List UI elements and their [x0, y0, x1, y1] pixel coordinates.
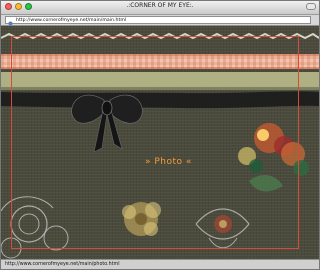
- title-bar: .:CORNER OF MY EYE:.: [1, 1, 319, 15]
- page-content: » Photo «: [1, 26, 319, 259]
- address-text: http://www.cornerofmyeye.net/main/main.h…: [16, 17, 127, 23]
- window-title: .:CORNER OF MY EYE:.: [126, 2, 194, 9]
- photo-link[interactable]: » Photo «: [145, 157, 192, 167]
- status-bar: http://www.cornerofmyeye.net/main/photo.…: [1, 259, 319, 269]
- address-field[interactable]: http://www.cornerofmyeye.net/main/main.h…: [5, 16, 311, 25]
- status-text: http://www.cornerofmyeye.net/main/photo.…: [5, 262, 120, 267]
- toolbar-toggle-button[interactable]: [306, 3, 316, 10]
- address-bar: http://www.cornerofmyeye.net/main/main.h…: [1, 15, 319, 26]
- content-frame: [11, 36, 299, 249]
- browser-window: .:CORNER OF MY EYE:. http://www.cornerof…: [0, 0, 320, 270]
